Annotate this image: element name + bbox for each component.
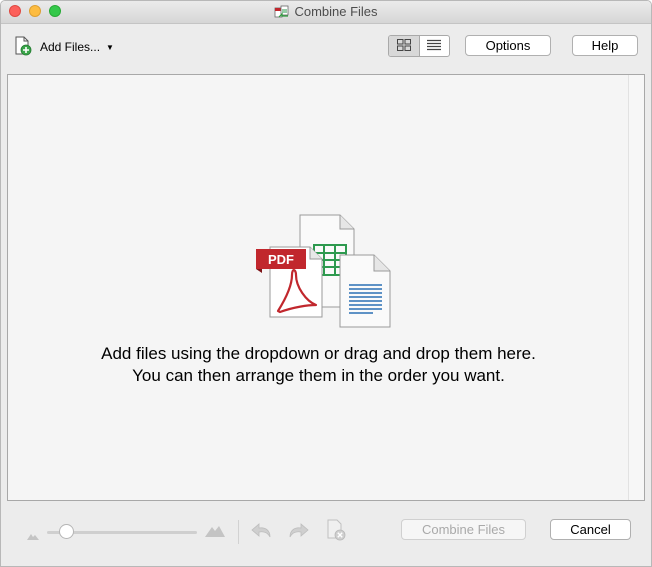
window-title: Combine Files xyxy=(1,4,651,22)
combine-files-button[interactable]: Combine Files xyxy=(401,519,526,540)
grid-icon xyxy=(396,38,411,54)
list-icon xyxy=(427,39,442,54)
drop-zone-instructions: Add files using the dropdown or drag and… xyxy=(8,343,629,387)
combine-files-window: Combine Files Add Files... ▼ Options Hel… xyxy=(0,0,652,567)
undo-icon[interactable] xyxy=(251,522,273,543)
view-mode-toggle xyxy=(388,35,450,57)
text-document-icon xyxy=(339,254,391,328)
pdf-badge-label: PDF xyxy=(268,252,294,267)
chevron-down-icon: ▼ xyxy=(106,42,114,52)
zoom-out-mountain-icon[interactable] xyxy=(27,528,39,543)
redo-icon[interactable] xyxy=(287,522,309,543)
title-bar: Combine Files xyxy=(1,1,651,24)
add-file-icon xyxy=(13,36,33,59)
file-drop-zone[interactable]: PDF Add files using the dropdown or drag… xyxy=(7,74,645,501)
remove-file-icon[interactable] xyxy=(326,519,346,544)
pdf-document-icon: PDF xyxy=(256,246,323,318)
file-types-illustration: PDF xyxy=(248,213,393,328)
options-button[interactable]: Options xyxy=(465,35,551,56)
add-files-label: Add Files... xyxy=(40,40,101,54)
instruction-line-1: Add files using the dropdown or drag and… xyxy=(101,344,536,363)
thumbnail-view-button[interactable] xyxy=(389,36,419,56)
help-button[interactable]: Help xyxy=(572,35,638,56)
cancel-button[interactable]: Cancel xyxy=(550,519,631,540)
zoom-in-mountain-icon[interactable] xyxy=(205,524,225,540)
toolbar: Add Files... ▼ Options Help xyxy=(1,24,651,74)
thumbnail-size-slider-knob[interactable] xyxy=(59,524,74,539)
toolbar-divider xyxy=(238,520,239,544)
list-view-button[interactable] xyxy=(418,36,450,56)
bottom-bar: Combine Files Cancel xyxy=(1,506,651,556)
add-files-dropdown[interactable]: Add Files... ▼ xyxy=(13,36,114,58)
instruction-line-2: You can then arrange them in the order y… xyxy=(132,366,505,385)
drop-zone-scrollbar[interactable] xyxy=(628,75,644,500)
window-title-text: Combine Files xyxy=(294,4,378,19)
combine-files-app-icon xyxy=(274,5,290,22)
